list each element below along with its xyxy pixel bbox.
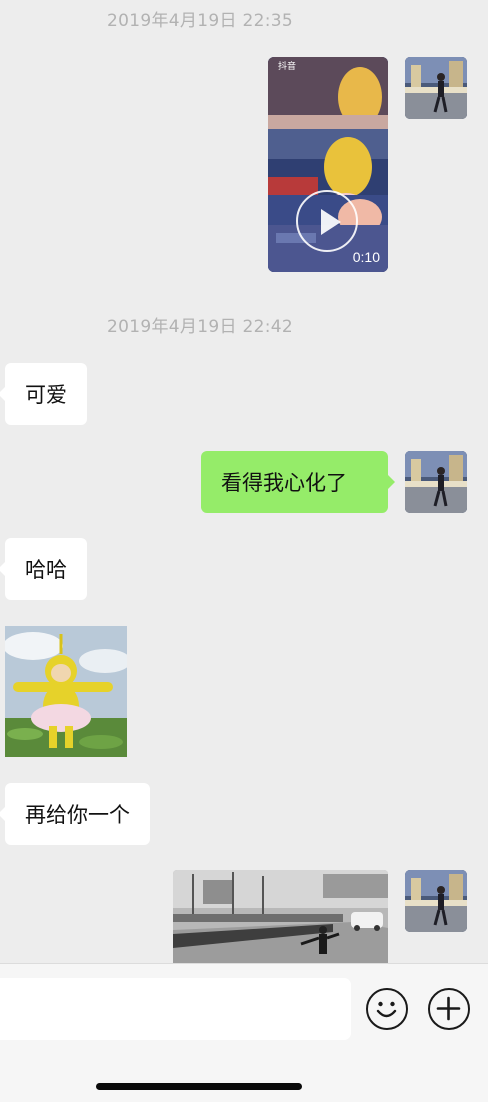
timestamp: 2019年4月19日 22:35	[107, 11, 293, 31]
message-text: 可爱	[25, 383, 67, 407]
home-indicator[interactable]	[96, 1083, 302, 1090]
plus-icon[interactable]	[428, 988, 470, 1030]
timestamp: 2019年4月19日 22:42	[107, 317, 293, 337]
photo-message[interactable]	[173, 870, 388, 965]
message-text: 再给你一个	[25, 803, 130, 827]
video-message[interactable]: 抖音 0:10	[268, 57, 388, 272]
my-avatar[interactable]	[405, 870, 467, 932]
message-bubble-outgoing[interactable]: 看得我心化了	[201, 451, 395, 513]
my-avatar[interactable]	[405, 57, 467, 119]
play-icon[interactable]	[296, 190, 358, 252]
message-text: 哈哈	[25, 558, 67, 582]
emoji-icon[interactable]	[366, 988, 408, 1030]
sticker-image[interactable]	[5, 626, 127, 757]
chat-screen: 2019年4月19日 22:35 抖音 0:10 2019年4月19日 22:4…	[0, 0, 488, 1102]
message-input[interactable]	[0, 978, 351, 1040]
my-avatar[interactable]	[405, 451, 467, 513]
video-duration: 0:10	[352, 249, 380, 265]
message-text: 看得我心化了	[221, 471, 347, 495]
message-bubble-incoming[interactable]: 再给你一个	[0, 783, 150, 845]
input-bar	[0, 963, 488, 1102]
message-bubble-incoming[interactable]: 哈哈	[0, 538, 87, 600]
douyin-logo-label: 抖音	[278, 61, 297, 71]
message-bubble-incoming[interactable]: 可爱	[0, 363, 87, 425]
